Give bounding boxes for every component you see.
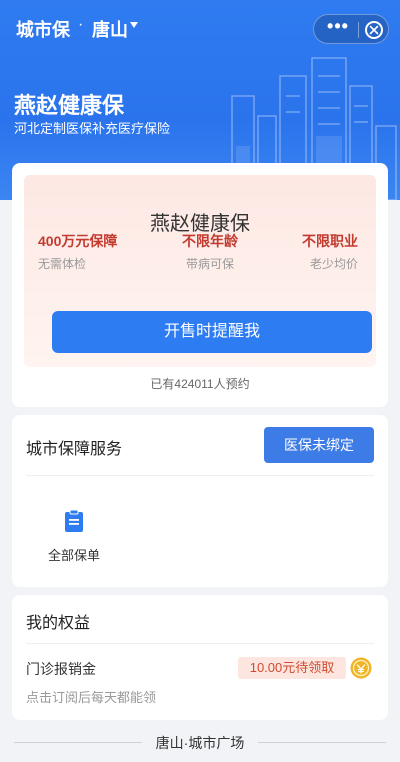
footer-location-text: 唐山·城市广场 bbox=[155, 735, 245, 751]
feature-age-desc: 带病可保 bbox=[186, 257, 235, 271]
claim-amount-badge[interactable]: 10.00元待领取 bbox=[238, 657, 346, 679]
product-panel: 燕赵健康保 400万元保障 无需体检 不限年龄 带病可保 不限职业 老少均价 开… bbox=[24, 175, 376, 367]
city-service-card: 城市保障服务 医保未绑定 全部保单 bbox=[12, 415, 388, 587]
rights-divider bbox=[26, 643, 374, 644]
app-title: 城市保 bbox=[16, 20, 70, 40]
feature-coverage-desc: 无需体检 bbox=[38, 257, 87, 271]
capsule-divider bbox=[358, 22, 359, 38]
feature-age: 不限年龄 bbox=[182, 233, 238, 249]
service-section-title: 城市保障服务 bbox=[26, 441, 123, 458]
top-nav-bar: 城市保 · 唐山 ••• bbox=[0, 0, 400, 56]
all-policies-label: 全部保单 bbox=[47, 548, 100, 563]
hero-subtitle: 河北定制医保补充医疗保险 bbox=[14, 121, 171, 136]
product-card: 燕赵健康保 400万元保障 无需体检 不限年龄 带病可保 不限职业 老少均价 开… bbox=[12, 163, 388, 407]
miniprogram-capsule: ••• bbox=[313, 14, 389, 44]
caret-down-icon[interactable] bbox=[130, 22, 138, 28]
rights-item-description: 点击订阅后每天都能领 bbox=[26, 690, 157, 705]
reservation-count: 已有424011人预约 bbox=[150, 377, 250, 391]
rights-section-title: 我的权益 bbox=[26, 615, 91, 632]
feature-coverage: 400万元保障 bbox=[38, 233, 118, 249]
title-separator: · bbox=[78, 16, 84, 33]
feature-occupation-desc: 老少均价 bbox=[310, 257, 359, 271]
service-divider bbox=[26, 475, 374, 476]
medical-insurance-bind-button[interactable]: 医保未绑定 bbox=[264, 427, 374, 463]
clipboard-icon bbox=[65, 509, 83, 532]
coin-icon[interactable] bbox=[350, 657, 372, 679]
remind-me-button[interactable]: 开售时提醒我 bbox=[52, 311, 372, 353]
feature-occupation: 不限职业 bbox=[302, 233, 358, 249]
close-icon[interactable] bbox=[365, 21, 383, 39]
more-menu-icon[interactable]: ••• bbox=[324, 17, 352, 37]
my-rights-card: 我的权益 门诊报销金 10.00元待领取 点击订阅后每天都能领 bbox=[12, 595, 388, 720]
hero-title: 燕赵健康保 bbox=[14, 93, 125, 118]
rights-item-label: 门诊报销金 bbox=[26, 661, 96, 677]
city-selector[interactable]: 唐山 bbox=[92, 16, 128, 42]
